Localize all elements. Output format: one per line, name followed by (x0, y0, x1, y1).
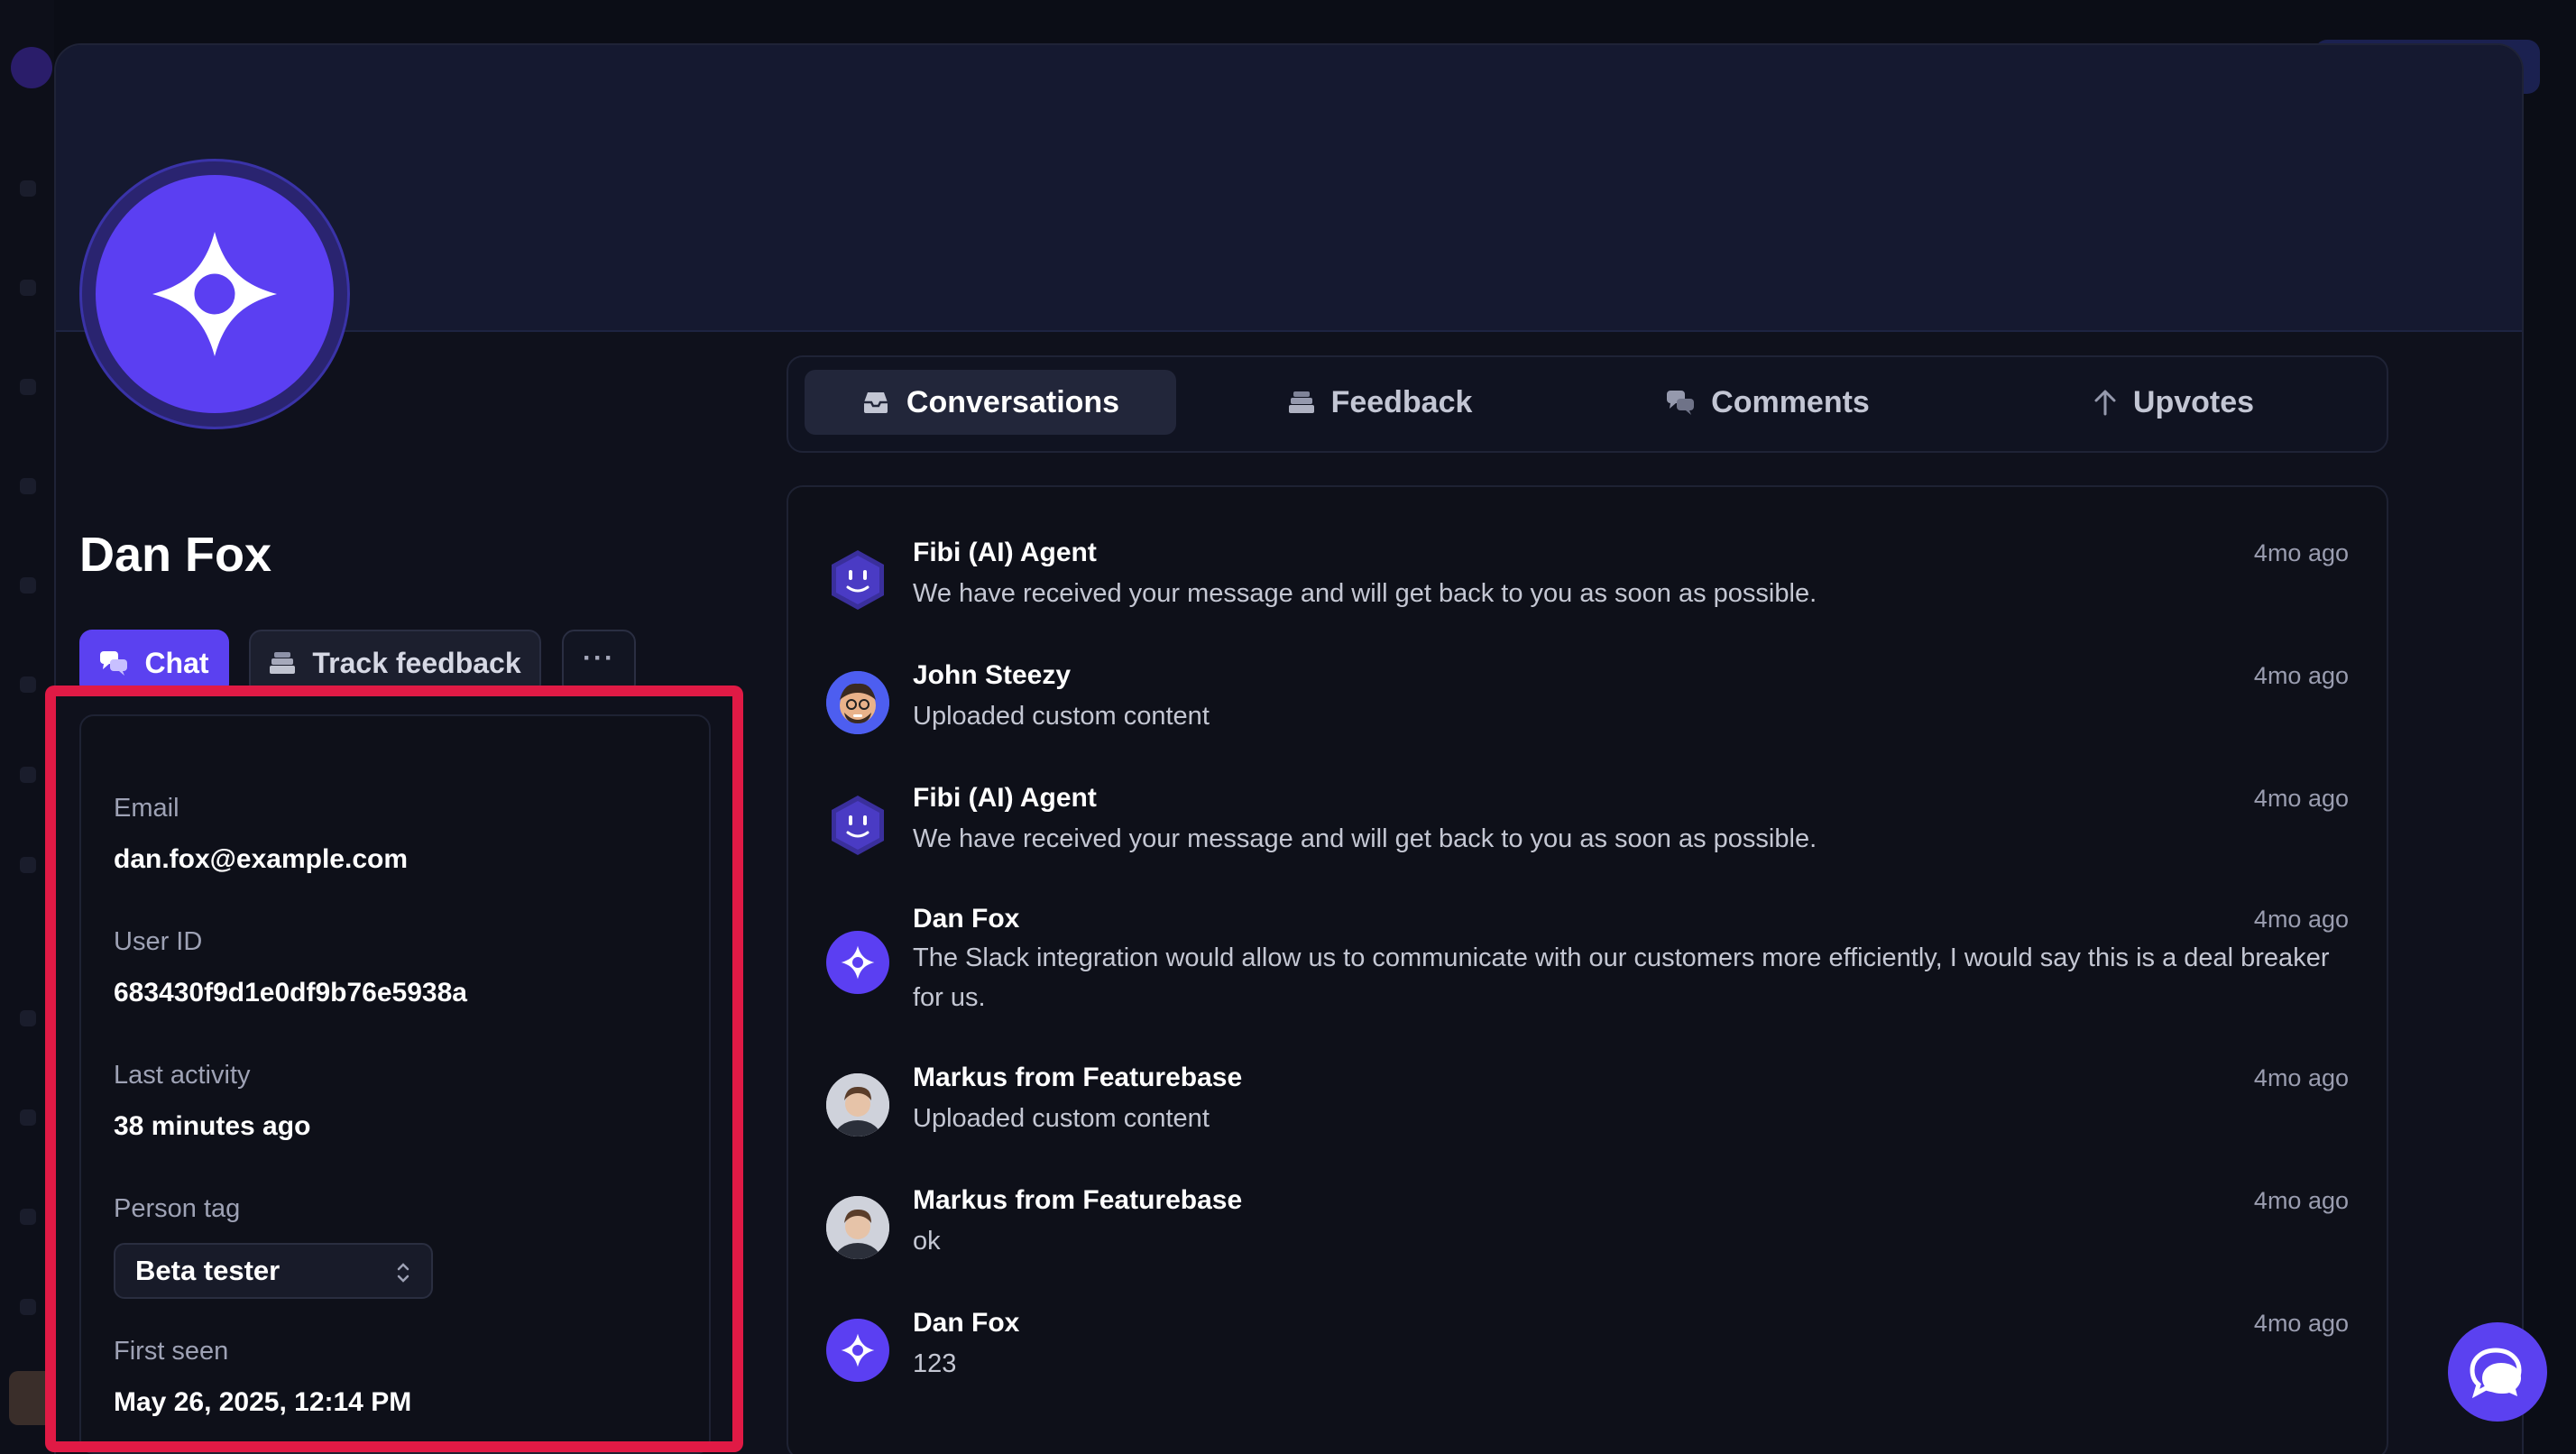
markus-avatar (826, 1073, 889, 1137)
inbox-icon (863, 392, 888, 413)
ellipsis-icon: ··· (583, 643, 615, 673)
conversation-author: Fibi (AI) Agent (913, 538, 1097, 567)
backdrop-nav-icon (20, 676, 36, 693)
conversation-time: 4mo ago (2253, 785, 2349, 812)
profile-tabs: Conversations Feedback Comments Upvotes (787, 355, 2388, 453)
conversation-author: Markus from Featurebase (913, 1063, 1243, 1092)
person-photo-icon (826, 1196, 889, 1259)
fibi-agent-avatar (826, 794, 889, 857)
conversation-author: John Steezy (913, 660, 1072, 690)
robot-face-icon (832, 796, 884, 855)
person-tag-select[interactable]: Beta tester (114, 1243, 433, 1299)
robot-face-icon (832, 550, 884, 610)
arrow-up-icon (2094, 390, 2116, 416)
conversation-time: 4mo ago (2253, 1064, 2349, 1091)
tab-conversations[interactable]: Conversations (805, 370, 1176, 435)
last-activity-label: Last activity (114, 1061, 251, 1090)
user-name: Dan Fox (79, 528, 272, 582)
conversation-message: The Slack integration would allow us to … (913, 943, 2330, 1012)
fibi-agent-avatar (826, 548, 889, 612)
person-tag-label: Person tag (114, 1194, 241, 1223)
last-activity-value: 38 minutes ago (114, 1111, 311, 1141)
user-id-label: User ID (114, 927, 203, 956)
conversation-author: Fibi (AI) Agent (913, 783, 1097, 813)
conversation-time: 4mo ago (2253, 539, 2349, 566)
conversation-time: 4mo ago (2253, 662, 2349, 689)
backdrop-nav-icon (20, 1010, 36, 1026)
backdrop-logo (11, 47, 52, 88)
conversation-message: We have received your message and will g… (913, 579, 1817, 608)
tab-feedback[interactable]: Feedback (1194, 370, 1566, 435)
featurebase-logo-icon (152, 232, 277, 356)
backdrop-nav-icon (20, 379, 36, 395)
chat-bubbles-icon (1667, 391, 1695, 415)
backdrop-nav-icon (20, 180, 36, 197)
conversation-author: Dan Fox (913, 1308, 1020, 1338)
tab-comments[interactable]: Comments (1582, 370, 1954, 435)
dan-fox-avatar (826, 931, 889, 994)
conversation-author: Markus from Featurebase (913, 1185, 1243, 1215)
conversation-message: We have received your message and will g… (913, 824, 1817, 853)
conversation-message: Uploaded custom content (913, 702, 1210, 731)
conversation-message: Uploaded custom content (913, 1104, 1210, 1133)
backdrop-nav-icon (20, 478, 36, 494)
dan-fox-avatar (826, 1319, 889, 1382)
conversation-message: ok (913, 1227, 941, 1256)
backdrop-nav-icon (20, 767, 36, 783)
conversation-time: 4mo ago (2253, 1187, 2349, 1214)
backdrop-nav-icon (20, 857, 36, 873)
memoji-avatar-icon (826, 671, 889, 734)
backdrop-nav-icon (20, 1299, 36, 1315)
email-label: Email (114, 794, 179, 823)
backdrop-nav-icon (20, 280, 36, 296)
chat-widget-button[interactable] (2448, 1322, 2547, 1422)
chat-support-icon (2470, 1348, 2522, 1399)
chat-icon (100, 651, 128, 676)
profile-avatar (79, 159, 350, 429)
backdrop-nav-icon (20, 577, 36, 594)
first-seen-value: May 26, 2025, 12:14 PM (114, 1387, 412, 1417)
first-seen-label: First seen (114, 1337, 229, 1366)
chevron-up-down-icon (397, 1263, 409, 1283)
profile-cover (56, 45, 2522, 332)
backdrop-nav-icon (20, 1209, 36, 1225)
backdrop-nav-icon (20, 1109, 36, 1126)
markus-avatar (826, 1196, 889, 1259)
conversation-time: 4mo ago (2253, 1310, 2349, 1337)
stack-icon (1288, 391, 1314, 413)
user-id-value[interactable]: 683430f9d1e0df9b76e5938a (114, 978, 467, 1008)
stack-icon (270, 652, 296, 674)
john-steezy-avatar (826, 671, 889, 734)
featurebase-logo-icon (841, 1333, 875, 1367)
conversation-time: 4mo ago (2253, 906, 2349, 933)
featurebase-logo-icon (841, 945, 875, 980)
conversation-message: 123 (913, 1349, 957, 1378)
conversation-list: Fibi (AI) Agent We have received your me… (787, 485, 2388, 1454)
person-photo-icon (826, 1073, 889, 1137)
email-value[interactable]: dan.fox@example.com (114, 844, 408, 875)
conversation-author: Dan Fox (913, 904, 1020, 934)
tab-upvotes[interactable]: Upvotes (1988, 370, 2360, 435)
